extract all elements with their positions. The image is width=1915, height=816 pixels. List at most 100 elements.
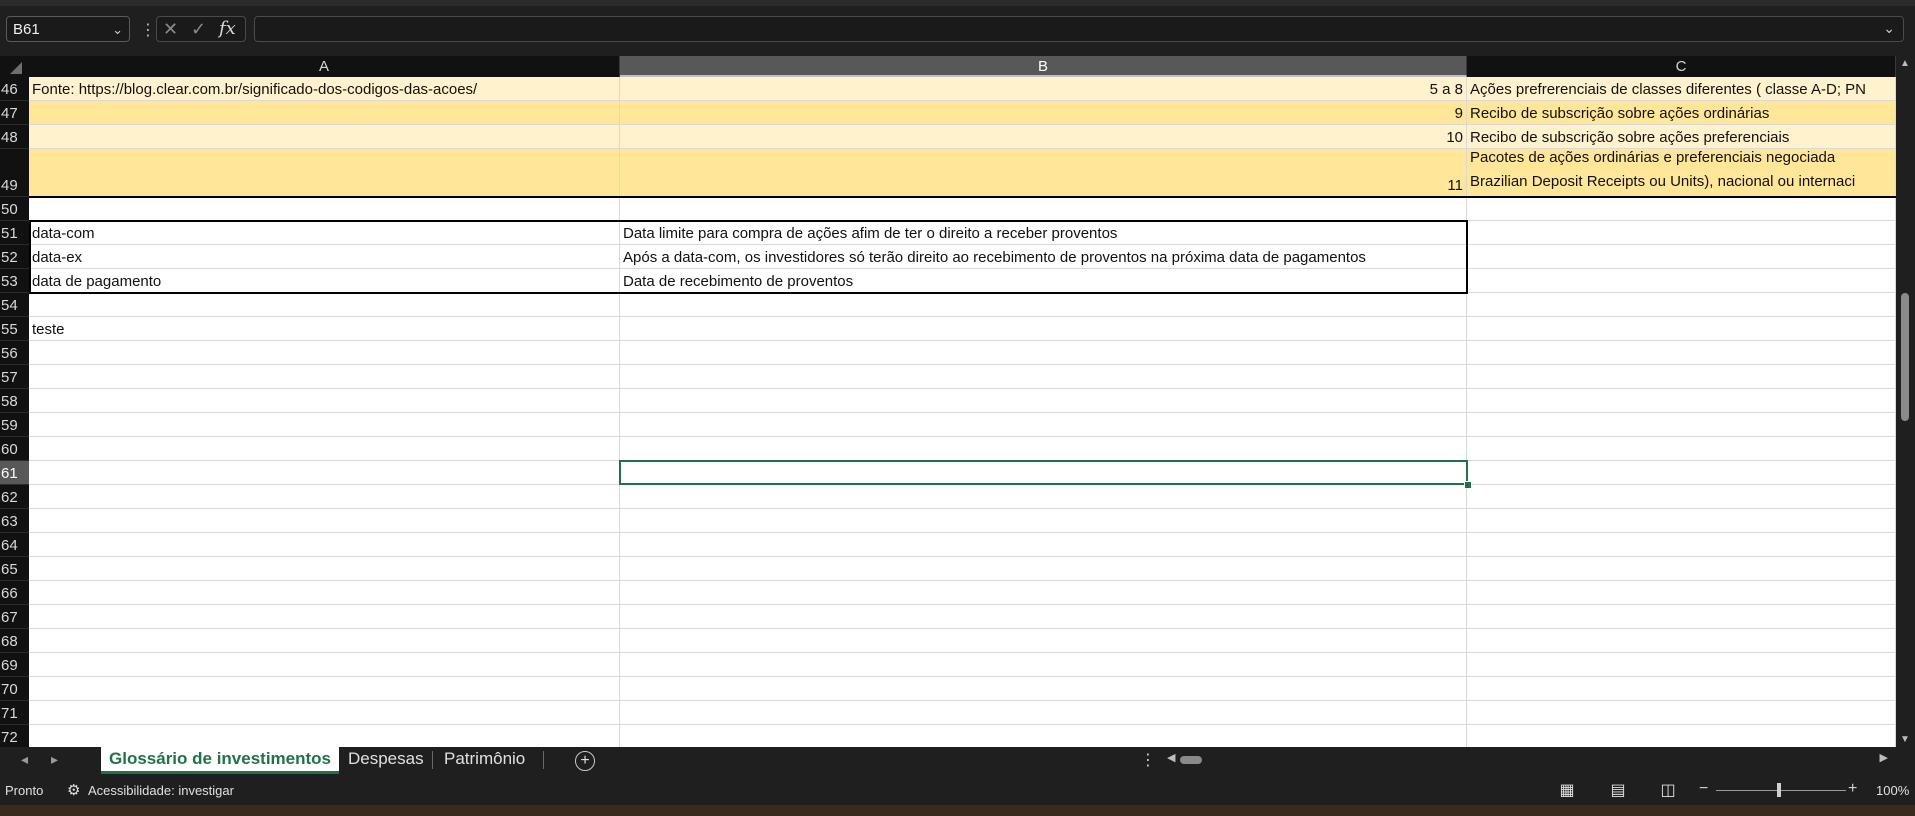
row-header[interactable]: 67 <box>0 605 29 629</box>
cell-b53[interactable]: Data de recebimento de proventos <box>620 269 1467 293</box>
fill-handle[interactable] <box>1464 481 1472 489</box>
cell-b52[interactable]: Após a data-com, os investidores só terã… <box>620 245 1467 269</box>
tab-glossario[interactable]: Glossário de investimentos <box>101 747 340 774</box>
accessibility-status[interactable]: Acessibilidade: investigar <box>88 783 234 798</box>
row-header[interactable]: 60 <box>0 437 29 461</box>
cell-b56[interactable] <box>620 341 1467 365</box>
cell-a65[interactable] <box>29 557 620 581</box>
cell-c70[interactable] <box>1467 677 1896 701</box>
formula-input[interactable]: ⌄ <box>254 16 1904 42</box>
cell-c69[interactable] <box>1467 653 1896 677</box>
cell-c60[interactable] <box>1467 437 1896 461</box>
row-header[interactable]: 58 <box>0 389 29 413</box>
name-box[interactable]: B61 ⌄ <box>6 16 130 42</box>
horizontal-scrollbar[interactable]: ◀ ▶ <box>1164 751 1888 767</box>
cell-a60[interactable] <box>29 437 620 461</box>
column-header-c[interactable]: C <box>1467 56 1896 77</box>
cell-c65[interactable] <box>1467 557 1896 581</box>
row-header[interactable]: 46 <box>0 77 29 101</box>
cell-a64[interactable] <box>29 533 620 557</box>
cell-b59[interactable] <box>620 413 1467 437</box>
more-options-icon[interactable]: ⋮ <box>140 20 156 40</box>
zoom-slider[interactable] <box>1716 790 1846 791</box>
zoom-in-icon[interactable]: + <box>1848 780 1857 798</box>
row-header[interactable]: 56 <box>0 341 29 365</box>
cell-c48[interactable]: Recibo de subscrição sobre ações prefere… <box>1467 125 1896 149</box>
fx-icon[interactable]: fx <box>219 18 236 39</box>
cell-a48[interactable] <box>29 125 620 149</box>
cell-a58[interactable] <box>29 389 620 413</box>
scroll-left-icon[interactable]: ◀ <box>1167 751 1175 764</box>
row-header[interactable]: 68 <box>0 629 29 653</box>
cell-c46[interactable]: Ações prefrerenciais de classes diferent… <box>1467 77 1896 101</box>
row-header[interactable]: 51 <box>0 221 29 245</box>
cell-a71[interactable] <box>29 701 620 725</box>
row-header[interactable]: 50 <box>0 197 29 221</box>
cell-c50[interactable] <box>1467 197 1896 221</box>
row-header[interactable]: 48 <box>0 125 29 149</box>
cell-c72[interactable] <box>1467 725 1896 747</box>
more-options-icon[interactable]: ⋮ <box>1140 750 1156 770</box>
selected-cell-outline[interactable] <box>619 460 1468 485</box>
cell-a70[interactable] <box>29 677 620 701</box>
cell-a63[interactable] <box>29 509 620 533</box>
cell-c54[interactable] <box>1467 293 1896 317</box>
row-header[interactable]: 69 <box>0 653 29 677</box>
cell-b51[interactable]: Data limite para compra de ações afim de… <box>620 221 1467 245</box>
cell-b49[interactable]: 11 <box>620 149 1467 197</box>
row-header[interactable]: 66 <box>0 581 29 605</box>
cell-a57[interactable] <box>29 365 620 389</box>
page-break-icon[interactable]: ◫ <box>1658 780 1678 799</box>
cell-c56[interactable] <box>1467 341 1896 365</box>
cell-b50[interactable] <box>620 197 1467 221</box>
cell-b65[interactable] <box>620 557 1467 581</box>
select-all-corner[interactable] <box>0 56 29 77</box>
cell-b68[interactable] <box>620 629 1467 653</box>
cell-a51[interactable]: data-com <box>29 221 620 245</box>
cell-b71[interactable] <box>620 701 1467 725</box>
row-header[interactable]: 52 <box>0 245 29 269</box>
add-sheet-icon[interactable]: + <box>575 751 595 771</box>
row-header[interactable]: 62 <box>0 485 29 509</box>
cell-c52[interactable] <box>1467 245 1896 269</box>
expand-formula-icon[interactable]: ⌄ <box>1883 20 1895 37</box>
cell-a56[interactable] <box>29 341 620 365</box>
normal-view-icon[interactable]: ▦ <box>1557 780 1577 799</box>
cell-c61[interactable] <box>1467 461 1896 485</box>
row-header[interactable]: 49 <box>0 149 29 197</box>
vertical-scroll-thumb[interactable] <box>1901 293 1909 421</box>
row-header[interactable]: 71 <box>0 701 29 725</box>
cell-c47[interactable]: Recibo de subscrição sobre ações ordinár… <box>1467 101 1896 125</box>
row-header[interactable]: 65 <box>0 557 29 581</box>
cell-a68[interactable] <box>29 629 620 653</box>
page-layout-icon[interactable]: ▤ <box>1608 780 1628 799</box>
cell-c58[interactable] <box>1467 389 1896 413</box>
cell-b55[interactable] <box>620 317 1467 341</box>
zoom-level[interactable]: 100% <box>1876 783 1909 798</box>
horizontal-scroll-thumb[interactable] <box>1180 756 1202 764</box>
cell-c71[interactable] <box>1467 701 1896 725</box>
cell-b48[interactable]: 10 <box>620 125 1467 149</box>
cell-b60[interactable] <box>620 437 1467 461</box>
cell-b67[interactable] <box>620 605 1467 629</box>
cell-c51[interactable] <box>1467 221 1896 245</box>
row-header[interactable]: 61 <box>0 461 29 485</box>
cell-b72[interactable] <box>620 725 1467 747</box>
cell-b66[interactable] <box>620 581 1467 605</box>
cell-a62[interactable] <box>29 485 620 509</box>
chevron-down-icon[interactable]: ⌄ <box>112 17 123 43</box>
row-header[interactable]: 63 <box>0 509 29 533</box>
column-header-b[interactable]: B <box>620 56 1467 77</box>
column-header-a[interactable]: A <box>29 56 620 77</box>
cell-b46[interactable]: 5 a 8 <box>620 77 1467 101</box>
cell-a67[interactable] <box>29 605 620 629</box>
cell-a54[interactable] <box>29 293 620 317</box>
tab-scroll-right-icon[interactable]: ▸ <box>51 751 58 768</box>
cell-b62[interactable] <box>620 485 1467 509</box>
accessibility-icon[interactable]: ⚙ <box>67 781 80 799</box>
cell-c62[interactable] <box>1467 485 1896 509</box>
cell-b47[interactable]: 9 <box>620 101 1467 125</box>
cell-a66[interactable] <box>29 581 620 605</box>
cell-a50[interactable] <box>29 197 620 221</box>
cell-c59[interactable] <box>1467 413 1896 437</box>
